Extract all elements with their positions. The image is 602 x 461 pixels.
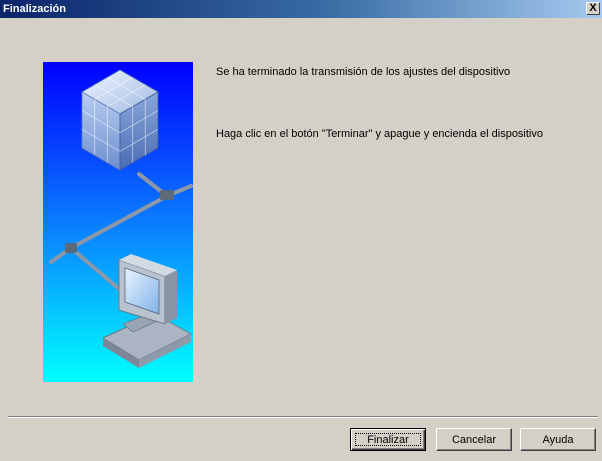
close-icon: X — [589, 2, 597, 14]
button-separator — [8, 416, 598, 418]
message-transmission-complete: Se ha terminado la transmisión de los aj… — [216, 66, 511, 78]
close-button[interactable]: X — [586, 2, 600, 15]
data-cube-icon — [81, 69, 159, 171]
title-bar: Finalización X — [0, 0, 602, 18]
network-device-illustration — [43, 62, 193, 382]
cancel-button[interactable]: Cancelar — [436, 428, 512, 451]
help-button[interactable]: Ayuda — [520, 428, 596, 451]
message-instructions: Haga clic en el botón "Terminar" y apagu… — [216, 128, 543, 140]
finish-button[interactable]: Finalizar — [350, 428, 426, 451]
finish-button-label: Finalizar — [355, 433, 421, 446]
window-title: Finalización — [3, 3, 66, 15]
